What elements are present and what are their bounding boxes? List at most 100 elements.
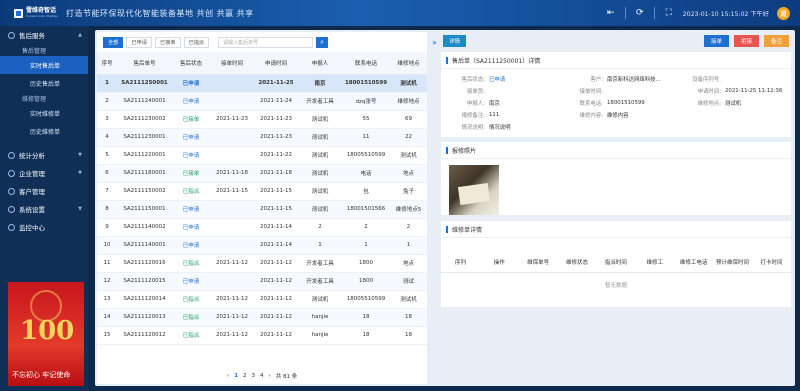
field-value: 南京 — [489, 101, 500, 107]
field-label: 申报人: — [467, 101, 485, 107]
table-cell: 维修地点5 — [390, 200, 427, 219]
nav-sub-repair-mgmt[interactable]: 维修管理 — [0, 92, 88, 104]
table-cell: 测试 — [390, 272, 427, 291]
field-value: 维修内容 — [607, 113, 629, 119]
filter-tab-applied[interactable]: 已申请 — [126, 36, 152, 48]
remark-button[interactable]: 备注 — [763, 35, 789, 47]
filter-tab-assigned[interactable]: 已指派 — [183, 36, 210, 48]
search-icon[interactable]: ⌕ — [316, 36, 329, 48]
table-row[interactable]: 10 SA2111140001 已申请 2021-11-14 1 1 1 — [97, 236, 427, 255]
repair-photo[interactable] — [449, 165, 499, 215]
column-header: 序列 — [441, 252, 480, 273]
nav-group-enterprise[interactable]: 企业管理 ▼ — [0, 164, 88, 182]
avatar[interactable]: 超 — [777, 6, 790, 20]
nav-item-realtime-after-sales[interactable]: 实时售后单 — [0, 56, 88, 74]
filter-tab-all[interactable]: 全部 — [103, 36, 124, 48]
table-cell: 电话 — [342, 164, 390, 183]
reject-button[interactable]: 拒接 — [733, 35, 759, 47]
column-header: 维修工 — [635, 252, 675, 273]
table-cell: 测试机 — [390, 290, 427, 309]
table-row[interactable]: 7 SA2111150002 已指派 2021-11-15 2021-11-15 测试机包… — [97, 182, 427, 201]
refresh-icon[interactable]: ⟳ — [634, 7, 646, 19]
table-row[interactable]: 1 SA2111250001 已申请 2021-11-25 南京 18001510599 测… — [97, 74, 427, 93]
page-1[interactable]: 1 — [234, 373, 238, 379]
table-row[interactable]: 11 SA2111120016 已指派 2021-11-12 2021-11-12 开发者… — [97, 254, 427, 273]
next-page-button[interactable]: › — [269, 373, 271, 379]
detail-field: 情况说明: 情况说明 — [441, 121, 559, 133]
table-row[interactable]: 2 SA2111240001 已申请 2021-11-24 开发者工具 dzq张号 维修地点 — [97, 92, 427, 111]
table-cell: SA2111250001 — [117, 74, 172, 93]
table-cell: 2021-11-15 — [254, 182, 298, 201]
logout-icon[interactable]: ⇤ — [605, 7, 617, 19]
status-badge: 已申请 — [172, 146, 210, 165]
table-cell: 11 — [97, 254, 117, 273]
table-row[interactable]: 13 SA2111120014 已指派 2021-11-12 2021-11-12 测试机… — [97, 290, 427, 309]
photo-card: 报修照片 — [441, 142, 791, 215]
table-cell: 2021-11-12 — [210, 254, 254, 273]
detail-field: 申报人: 南京 — [441, 97, 559, 109]
table-cell: 测试机 — [298, 110, 342, 129]
detail-tab[interactable]: 详情 — [443, 35, 467, 47]
repair-card: 维修单详情 序列 操作 维保单号 维修状态 指派时间 维修工 维修工电话 预计维保时间 打卡时间… — [441, 221, 791, 307]
nav-item-realtime-repair[interactable]: 实时维修单 — [0, 104, 88, 122]
nav-group-monitor[interactable]: 监控中心 — [0, 218, 88, 236]
field-value: 2021-11-25 11:12:36 — [725, 88, 783, 94]
gear-icon — [8, 205, 15, 213]
column-header: 打卡时间 — [752, 252, 791, 273]
status-badge: 已申请 — [172, 272, 210, 291]
filter-tab-accepted[interactable]: 已接单 — [154, 36, 181, 48]
table-row[interactable]: 9 SA2111140002 已申请 2021-11-14 2 2 2 — [97, 218, 427, 237]
table-cell: hanjie — [298, 308, 342, 327]
table-cell: SA2111120014 — [117, 290, 172, 309]
field-label: 维修内容: — [579, 113, 603, 119]
nav-group-settings[interactable]: 系统设置 ▼ — [0, 200, 88, 218]
column-header: 联系电话 — [342, 52, 390, 75]
table-row[interactable]: 14 SA2111120013 已指派 2021-11-12 2021-11-12 han… — [97, 308, 427, 327]
nav-group-customer[interactable]: 客户管理 — [0, 182, 88, 200]
status-badge: 已申请 — [172, 218, 210, 237]
table-row[interactable]: 8 SA2111150001 已申请 2021-11-15 测试机 18001501566… — [97, 200, 427, 219]
table-cell: 2021-11-23 — [254, 110, 298, 129]
detail-field: 申请时间: 2021-11-25 11:12:36 — [677, 85, 791, 97]
search-input[interactable]: 请输入售后单号 — [218, 36, 314, 48]
table-cell: 18 — [390, 326, 427, 345]
field-label: 维修地点: — [697, 101, 721, 107]
nav-sub-after-sales-mgmt[interactable]: 售后管理 — [0, 44, 88, 56]
page-4[interactable]: 4 — [260, 373, 264, 379]
column-header: 维保单号 — [518, 252, 558, 273]
nav-item-history-repair[interactable]: 历史维修单 — [0, 122, 88, 140]
table-cell — [210, 200, 254, 219]
table-cell: 3 — [97, 110, 117, 129]
chevron-down-icon: ▼ — [78, 170, 82, 176]
table-row[interactable]: 3 SA2111230002 已接单 2021-11-23 2021-11-23 测试机 5… — [97, 110, 427, 129]
nav-group-label: 企业管理 — [19, 170, 45, 178]
table-cell: 22 — [390, 128, 427, 147]
fullscreen-icon[interactable]: ⛶ — [663, 7, 675, 19]
accept-button[interactable]: 接单 — [703, 35, 729, 47]
table-cell: 11 — [342, 128, 390, 147]
table-row[interactable]: 15 SA2111120012 已指派 2021-11-12 2021-11-12 han… — [97, 326, 427, 345]
table-cell: 2021-11-12 — [254, 326, 298, 345]
table-row[interactable]: 6 SA2111180001 已接单 2021-11-18 2021-11-18 测试机电… — [97, 164, 427, 183]
prev-page-button[interactable]: ‹ — [227, 373, 229, 379]
nav-group-statistics[interactable]: 统计分析 ▼ — [0, 146, 88, 164]
table-cell: 18001501566 — [342, 200, 390, 219]
field-value: 测试机 — [725, 101, 742, 107]
nav-group-label: 售后服务 — [19, 32, 45, 40]
page-3[interactable]: 3 — [252, 373, 256, 379]
table-cell: 2021-11-12 — [254, 254, 298, 273]
table-row[interactable]: 12 SA2111120015 已申请 2021-11-12 开发者工具 1800 测试 — [97, 272, 427, 291]
page-2[interactable]: 2 — [243, 373, 247, 379]
table-row[interactable]: 5 SA2111220001 已申请 2021-11-22 测试机 18005510599… — [97, 146, 427, 165]
table-cell — [210, 218, 254, 237]
detail-field: 接单员: — [441, 85, 559, 97]
nav-group-label: 监控中心 — [19, 224, 45, 232]
nav-item-history-after-sales[interactable]: 历史售后单 — [0, 74, 88, 92]
nav-group-after-sales[interactable]: 售后服务 ▲ — [0, 26, 88, 44]
collapse-icon[interactable]: » — [432, 38, 437, 47]
table-cell: 10 — [97, 236, 117, 255]
table-row[interactable]: 4 SA2111230001 已申请 2021-11-23 测试机 11 22 — [97, 128, 427, 147]
field-label: 设备序列号: — [692, 77, 721, 83]
action-buttons: 接单 拒接 备注 — [703, 35, 789, 47]
table-cell: 2 — [298, 218, 342, 237]
